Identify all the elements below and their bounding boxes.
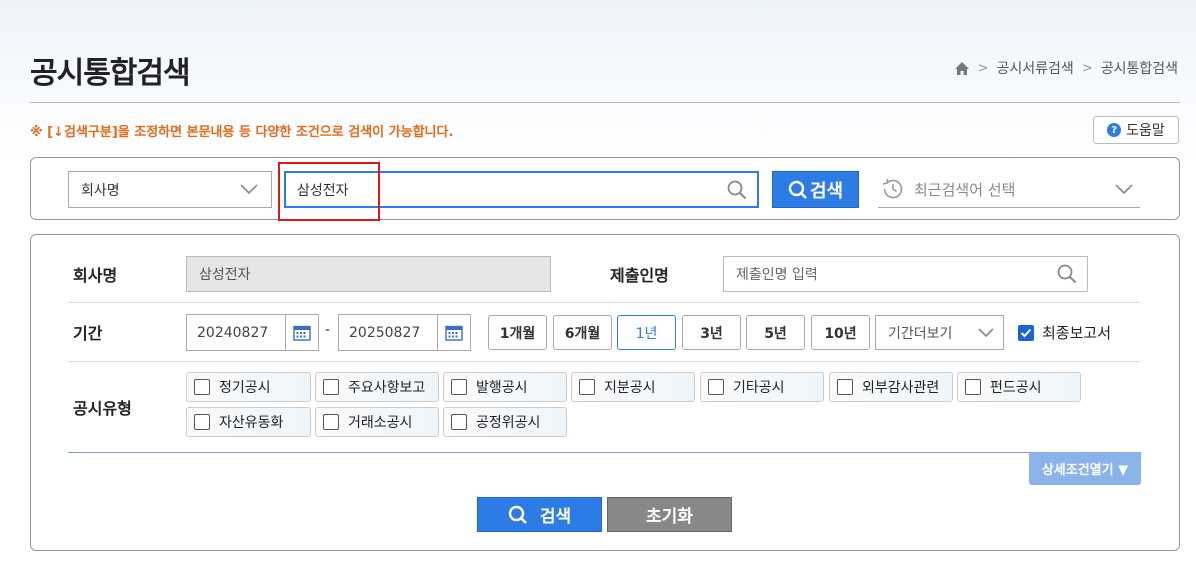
checkbox-icon bbox=[451, 379, 467, 395]
type-label: 거래소공시 bbox=[348, 415, 413, 431]
period-3year-button[interactable]: 3년 bbox=[682, 315, 741, 350]
search-icon[interactable] bbox=[1057, 264, 1077, 284]
checkbox-checked-icon bbox=[1018, 324, 1034, 341]
search-button-label: 검색 bbox=[809, 180, 844, 202]
checkbox-icon bbox=[323, 414, 339, 430]
help-label: 도움말 bbox=[1126, 123, 1165, 139]
detail-toggle-button[interactable]: 상세조건열기 ▼ bbox=[1029, 452, 1141, 485]
end-date-value: 20250827 bbox=[349, 324, 421, 341]
divider bbox=[30, 102, 1180, 103]
period-label: 기간 bbox=[73, 324, 103, 343]
row-divider bbox=[68, 302, 1140, 303]
period-5year-button[interactable]: 5년 bbox=[746, 315, 805, 350]
type-label: 펀드공시 bbox=[990, 380, 1042, 396]
final-report-checkbox[interactable]: 최종보고서 bbox=[1018, 322, 1111, 343]
type-checkbox-audit[interactable]: 외부감사관련 bbox=[829, 372, 953, 402]
period-6month-button[interactable]: 6개월 bbox=[553, 315, 612, 350]
form-search-label: 검색 bbox=[539, 507, 572, 527]
type-checkbox-fund[interactable]: 펀드공시 bbox=[957, 372, 1081, 402]
search-icon[interactable] bbox=[727, 180, 747, 200]
form-search-button[interactable]: 검색 bbox=[477, 497, 602, 532]
end-date-input[interactable]: 20250827 bbox=[338, 314, 471, 351]
type-label: 공정위공시 bbox=[476, 415, 541, 431]
breadcrumb-item-current[interactable]: 공시통합검색 bbox=[1101, 58, 1178, 78]
company-readonly-field: 삼성전자 bbox=[186, 256, 551, 292]
checkbox-icon bbox=[965, 379, 981, 395]
disclosure-type-label: 공시유형 bbox=[73, 399, 132, 418]
type-label: 자산유동화 bbox=[219, 415, 284, 431]
reset-button[interactable]: 초기화 bbox=[607, 497, 732, 532]
chevron-right-icon: > bbox=[977, 60, 989, 76]
search-icon bbox=[788, 180, 807, 199]
type-checkbox-ftc[interactable]: 공정위공시 bbox=[443, 407, 567, 437]
chevron-down-icon bbox=[240, 184, 258, 195]
chevron-right-icon: > bbox=[1081, 60, 1093, 76]
type-label: 기타공시 bbox=[733, 380, 785, 396]
question-icon: ? bbox=[1107, 123, 1122, 137]
type-checkbox-issuance[interactable]: 발행공시 bbox=[443, 372, 567, 402]
type-checkbox-equity[interactable]: 지분공시 bbox=[571, 372, 695, 402]
search-button[interactable]: 검색 bbox=[772, 171, 859, 208]
breadcrumb: > 공시서류검색 > 공시통합검색 bbox=[954, 58, 1178, 78]
search-type-value: 회사명 bbox=[81, 182, 120, 199]
submitter-input[interactable]: 제출인명 입력 bbox=[723, 256, 1088, 292]
notice-text: ※ [↓검색구분]을 조정하면 본문내용 등 다양한 조건으로 검색이 가능합니… bbox=[30, 125, 454, 140]
type-label: 지분공시 bbox=[604, 380, 656, 396]
detail-divider bbox=[68, 452, 1140, 453]
period-more-value: 기간더보기 bbox=[888, 325, 953, 342]
highlight-box bbox=[278, 162, 380, 221]
period-10year-button[interactable]: 10년 bbox=[811, 315, 870, 350]
breadcrumb-item[interactable]: 공시서류검색 bbox=[997, 58, 1074, 78]
type-checkbox-other[interactable]: 기타공시 bbox=[700, 372, 824, 402]
company-value: 삼성전자 bbox=[199, 267, 251, 283]
history-clock-icon bbox=[882, 178, 903, 199]
chevron-down-icon bbox=[1115, 184, 1133, 195]
checkbox-icon bbox=[323, 379, 339, 395]
final-report-label: 최종보고서 bbox=[1042, 324, 1112, 342]
start-date-input[interactable]: 20240827 bbox=[186, 314, 319, 351]
home-icon[interactable] bbox=[954, 61, 970, 76]
help-button[interactable]: ? 도움말 bbox=[1093, 116, 1179, 144]
checkbox-icon bbox=[451, 414, 467, 430]
row-divider bbox=[68, 361, 1140, 362]
calendar-icon[interactable] bbox=[437, 315, 470, 350]
type-label: 외부감사관련 bbox=[862, 380, 940, 396]
period-1year-button[interactable]: 1년 bbox=[617, 315, 676, 350]
type-checkbox-major[interactable]: 주요사항보고 bbox=[315, 372, 439, 402]
period-more-select[interactable]: 기간더보기 bbox=[875, 315, 1004, 350]
search-type-select[interactable]: 회사명 bbox=[68, 171, 272, 208]
recent-search-select[interactable]: 최근검색어 선택 bbox=[878, 171, 1140, 208]
calendar-icon[interactable] bbox=[285, 315, 318, 350]
checkbox-icon bbox=[837, 379, 853, 395]
date-separator: - bbox=[325, 322, 331, 338]
checkbox-icon bbox=[579, 379, 595, 395]
checkbox-icon bbox=[194, 379, 210, 395]
type-label: 주요사항보고 bbox=[348, 380, 426, 396]
recent-search-placeholder: 최근검색어 선택 bbox=[914, 180, 1016, 199]
company-label: 회사명 bbox=[73, 266, 118, 285]
submitter-placeholder: 제출인명 입력 bbox=[736, 267, 818, 283]
period-1month-button[interactable]: 1개월 bbox=[488, 315, 547, 350]
checkbox-icon bbox=[194, 414, 210, 430]
checkbox-icon bbox=[708, 379, 724, 395]
page-title: 공시통합검색 bbox=[30, 56, 191, 91]
start-date-value: 20240827 bbox=[197, 324, 269, 341]
submitter-label: 제출인명 bbox=[610, 266, 669, 285]
chevron-down-icon bbox=[978, 328, 994, 338]
type-checkbox-abs[interactable]: 자산유동화 bbox=[186, 407, 311, 437]
type-label: 정기공시 bbox=[219, 380, 271, 396]
search-icon bbox=[508, 505, 527, 524]
type-checkbox-exchange[interactable]: 거래소공시 bbox=[315, 407, 439, 437]
type-checkbox-periodic[interactable]: 정기공시 bbox=[186, 372, 311, 402]
type-label: 발행공시 bbox=[476, 380, 528, 396]
